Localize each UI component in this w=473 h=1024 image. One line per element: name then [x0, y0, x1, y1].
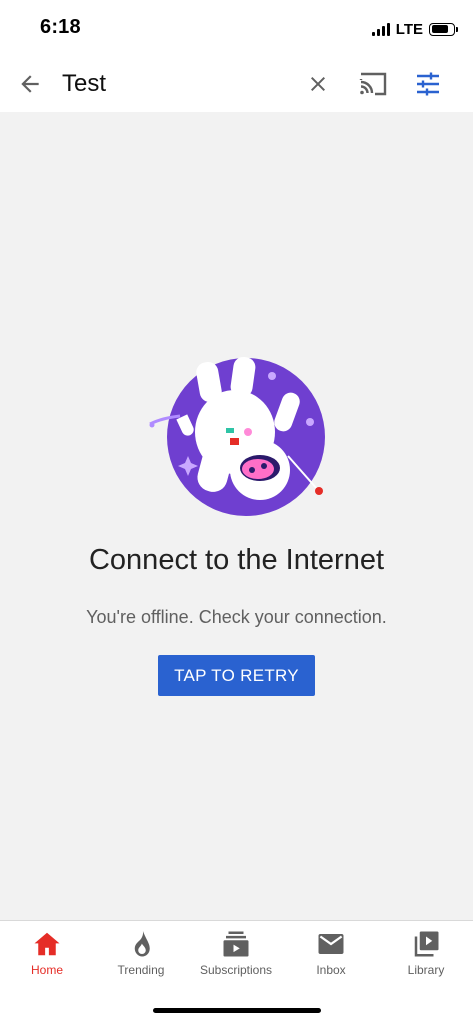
- nav-label-home: Home: [30, 963, 63, 977]
- retry-button[interactable]: TAP TO RETRY: [158, 655, 315, 696]
- close-icon: [311, 77, 325, 91]
- flame-icon: [134, 930, 150, 957]
- nav-label-subscriptions: Subscriptions: [199, 963, 273, 977]
- nav-label-inbox: Inbox: [316, 963, 346, 977]
- nav-item-inbox[interactable]: Inbox: [284, 929, 378, 981]
- home-icon: [34, 932, 60, 956]
- nav-label-library: Library: [407, 963, 445, 977]
- error-message: You're offline. Check your connection.: [86, 607, 387, 627]
- cast-button[interactable]: [353, 64, 393, 104]
- network-type: LTE: [395, 20, 423, 38]
- nav-item-trending[interactable]: Trending: [94, 929, 188, 981]
- nav-item-subscriptions[interactable]: Subscriptions: [189, 929, 283, 981]
- status-bar: 6:18 LTE: [0, 0, 473, 56]
- subscriptions-icon: [223, 931, 249, 957]
- nav-item-home[interactable]: Home: [0, 929, 94, 981]
- clear-search-button[interactable]: [298, 64, 338, 104]
- back-arrow-icon: [21, 75, 39, 93]
- search-query[interactable]: Test: [62, 70, 106, 98]
- home-indicator: [153, 1008, 321, 1013]
- status-time: 6:18: [40, 16, 81, 38]
- filter-button[interactable]: [408, 64, 448, 104]
- error-title: Connect to the Internet: [88, 544, 385, 576]
- back-button[interactable]: [10, 64, 50, 104]
- cast-icon: [359, 72, 387, 96]
- nav-item-library[interactable]: Library: [379, 929, 473, 981]
- nav-label-trending: Trending: [117, 963, 165, 977]
- library-icon: [414, 931, 439, 957]
- status-indicators: LTE: [371, 20, 458, 38]
- offline-astronaut-illustration: [149, 356, 325, 516]
- battery-icon: [429, 22, 458, 36]
- main-content: Connect to the Internet You're offline. …: [0, 112, 473, 920]
- signal-icon: [371, 22, 390, 36]
- bottom-navigation: Home Trending Subscriptions Inbox Librar…: [0, 920, 473, 1024]
- search-header: Test: [0, 56, 473, 112]
- mail-icon: [318, 934, 344, 954]
- filter-icon: [417, 72, 439, 96]
